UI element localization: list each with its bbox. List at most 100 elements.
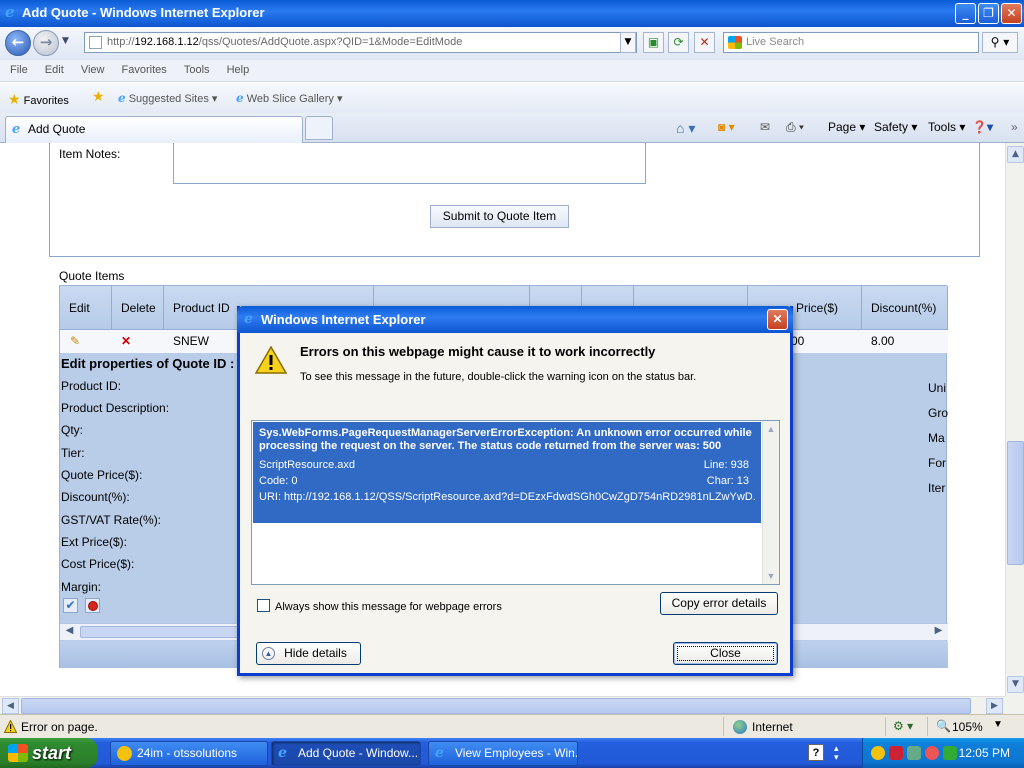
error-scroll-up-icon[interactable]: ▲ <box>763 421 779 437</box>
new-tab-button[interactable] <box>305 116 333 140</box>
taskbar-item-24im[interactable]: 24im - otssolutions <box>110 741 268 766</box>
item-notes-label: Item Notes: <box>59 147 121 161</box>
tray-messenger-icon[interactable] <box>871 746 885 760</box>
col-discount[interactable]: Discount(%) <box>862 286 948 330</box>
ie-logo-icon: e <box>5 3 15 21</box>
error-scroll-down-icon[interactable]: ▼ <box>763 568 779 584</box>
dialog-close-x-button[interactable]: ✕ <box>767 309 788 330</box>
zoom-level[interactable]: 105% <box>952 720 983 734</box>
prop-right-group: Gro <box>928 406 949 420</box>
address-dropdown-button[interactable]: ▼ <box>620 32 636 53</box>
suggested-sites-button[interactable]: e Suggested Sites ▾ <box>118 91 217 106</box>
live-search-icon <box>728 36 742 49</box>
restore-button[interactable]: ❐ <box>978 3 999 24</box>
clock[interactable]: 12:05 PM <box>959 746 1010 760</box>
menu-file[interactable]: File <box>10 60 28 81</box>
hide-details-button[interactable]: ▲ Hide details <box>256 642 361 665</box>
scroll-right-icon[interactable]: ▶ <box>931 625 946 639</box>
menu-edit[interactable]: Edit <box>45 60 64 81</box>
search-input[interactable]: Live Search <box>723 32 979 53</box>
cancel-icon[interactable] <box>85 598 100 613</box>
tray-display-icon[interactable] <box>943 746 957 760</box>
edit-pencil-icon[interactable]: ✎ <box>70 330 80 353</box>
tab-add-quote[interactable]: e Add Quote <box>5 116 303 143</box>
ie-task-icon: e <box>278 745 287 761</box>
page-horizontal-scrollbar[interactable]: ◀ ▶ <box>0 696 1005 714</box>
page-vertical-scrollbar[interactable]: ▲ ▼ <box>1005 143 1024 696</box>
menu-help[interactable]: Help <box>227 60 250 81</box>
menu-view[interactable]: View <box>81 60 105 81</box>
taskbar-item-view-employees[interactable]: e View Employees - Win... <box>428 741 578 766</box>
dialog-subtext: To see this message in the future, doubl… <box>300 371 697 383</box>
status-zone[interactable]: Internet <box>752 720 793 734</box>
scroll-down-icon[interactable]: ▼ <box>1007 676 1024 693</box>
copy-error-details-button[interactable]: Copy error details <box>660 592 778 615</box>
tray-security-icon[interactable] <box>925 746 939 760</box>
favorites-button[interactable]: ★ Favorites <box>8 91 69 108</box>
read-mail-icon[interactable]: ✉ <box>760 120 770 134</box>
selected-error-entry[interactable]: Sys.WebForms.PageRequestManagerServerErr… <box>253 422 761 523</box>
error-message: Sys.WebForms.PageRequestManagerServerErr… <box>259 427 752 452</box>
status-separator <box>885 717 886 736</box>
close-window-button[interactable]: ✕ <box>1001 3 1022 24</box>
error-details-box[interactable]: Sys.WebForms.PageRequestManagerServerErr… <box>251 420 780 585</box>
suggested-sites-label: Suggested Sites ▾ <box>128 93 218 105</box>
status-error-text[interactable]: Error on page. <box>21 720 98 734</box>
start-button[interactable]: start <box>0 738 98 768</box>
page-menu[interactable]: Page ▾ <box>828 120 865 134</box>
language-bar-options-icon[interactable]: ▴ ▾ <box>834 744 839 762</box>
stop-icon[interactable]: ✕ <box>694 32 715 53</box>
safety-menu[interactable]: Safety ▾ <box>874 120 917 134</box>
zoom-dropdown-icon[interactable]: ▼ <box>993 719 1003 730</box>
prop-right-unit: Uni <box>928 381 947 395</box>
delete-x-icon[interactable]: ✕ <box>121 330 131 353</box>
compatibility-view-icon[interactable]: ▣ <box>643 32 664 53</box>
menu-tools[interactable]: Tools <box>184 60 210 81</box>
chevron-up-icon: ▲ <box>262 647 275 660</box>
print-icon[interactable]: ⎙ ▾ <box>786 120 804 135</box>
forward-button[interactable]: → <box>33 30 59 56</box>
item-notes-textarea[interactable] <box>173 143 646 184</box>
error-box-scrollbar[interactable]: ▲ ▼ <box>762 421 779 584</box>
col-delete[interactable]: Delete <box>112 286 164 330</box>
language-bar-icon[interactable]: ? <box>808 744 824 761</box>
horizontal-scroll-thumb[interactable] <box>21 698 971 714</box>
tray-update-icon[interactable] <box>907 746 921 760</box>
help-icon[interactable]: ❓▾ <box>972 120 993 134</box>
hscroll-left-icon[interactable]: ◀ <box>2 698 19 714</box>
submit-to-quote-item-button[interactable]: Submit to Quote Item <box>430 205 569 228</box>
history-dropdown-icon[interactable]: ▼ <box>62 36 69 46</box>
tools-menu[interactable]: Tools ▾ <box>928 120 965 134</box>
home-icon[interactable]: ⌂ ▾ <box>676 120 695 137</box>
vertical-scroll-thumb[interactable] <box>1007 441 1024 565</box>
web-slice-gallery-button[interactable]: e Web Slice Gallery ▾ <box>236 91 343 106</box>
scroll-up-icon[interactable]: ▲ <box>1007 146 1024 163</box>
add-favorites-icon[interactable]: ★ <box>92 88 105 105</box>
address-input[interactable]: http://192.168.1.12/qss/Quotes/AddQuote.… <box>84 32 637 53</box>
search-placeholder: Live Search <box>746 36 805 48</box>
command-bar: ⌂ ▾ ◙ ▾ ✉ ⎙ ▾ Page ▾ Safety ▾ Tools ▾ ❓▾… <box>676 118 1024 138</box>
menu-favorites[interactable]: Favorites <box>122 60 167 81</box>
save-checkmark-icon[interactable]: ✔ <box>63 598 78 613</box>
refresh-icon[interactable]: ⟳ <box>668 32 689 53</box>
status-warning-icon[interactable] <box>4 720 17 733</box>
back-button[interactable]: ← <box>5 30 31 56</box>
scroll-left-icon[interactable]: ◀ <box>62 625 77 639</box>
feeds-icon[interactable]: ◙ ▾ <box>718 120 735 134</box>
task-label-add-quote: Add Quote - Window... <box>298 746 419 760</box>
page-icon <box>89 36 102 49</box>
row-discount: 8.00 <box>871 334 895 348</box>
search-button[interactable]: ⚲ ▾ <box>982 32 1018 53</box>
tray-network-icon[interactable] <box>889 746 903 760</box>
col-edit[interactable]: Edit <box>60 286 112 330</box>
close-button[interactable]: Close <box>673 642 778 665</box>
minimize-button[interactable]: _ <box>955 3 976 24</box>
taskbar-item-add-quote[interactable]: e Add Quote - Window... <box>271 741 421 766</box>
hscroll-right-icon[interactable]: ▶ <box>986 698 1003 714</box>
protected-mode-icon[interactable]: ⚙ ▾ <box>893 719 913 733</box>
toolbar-overflow-icon[interactable]: » <box>1011 120 1018 134</box>
window-titlebar[interactable]: e Add Quote - Windows Internet Explorer … <box>0 0 1024 27</box>
always-show-checkbox[interactable] <box>257 599 270 612</box>
error-line: Line: 938 <box>703 459 749 471</box>
dialog-titlebar[interactable]: e Windows Internet Explorer ✕ <box>237 306 793 333</box>
